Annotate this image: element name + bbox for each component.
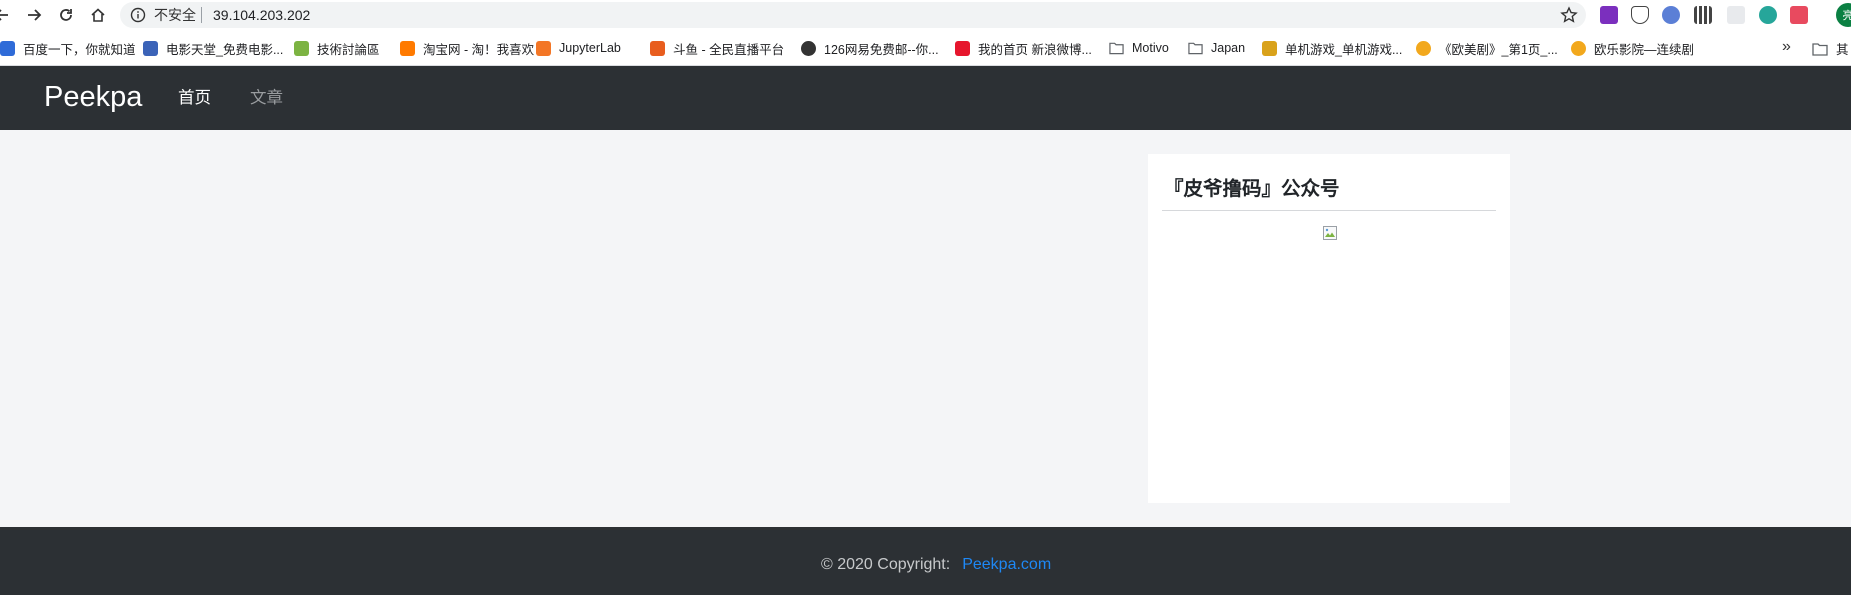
bookmark-label: 百度一下，你就知道 — [23, 42, 136, 57]
bookmark-item[interactable]: Japan — [1188, 39, 1245, 57]
bookmark-label: 技術討論區 — [317, 42, 380, 57]
address-divider — [201, 7, 202, 23]
profile-avatar[interactable]: 亮 — [1836, 3, 1851, 27]
plant-icon — [294, 40, 309, 56]
folder-icon — [1109, 41, 1124, 56]
circle-icon — [1571, 40, 1586, 56]
bookmark-label: 《欧美剧》_第1页_... — [1439, 42, 1558, 57]
circle-icon — [1416, 40, 1431, 56]
douyu-icon — [650, 40, 665, 56]
bookmark-star-icon[interactable] — [1560, 6, 1578, 24]
browser-toolbar: 不安全 39.104.203.202 亮 — [0, 0, 1851, 30]
bookmarks-bar: 百度一下，你就知道 电影天堂_免费电影... 技術討論區 淘宝网 - 淘！我喜欢 Jup… — [0, 30, 1851, 66]
extension-globe-icon[interactable] — [1759, 6, 1777, 24]
bookmark-label: 我的首页 新浪微博... — [978, 42, 1092, 57]
bookmark-label: 126网易免费邮--你... — [824, 42, 939, 57]
bookmark-item[interactable]: 欧乐影院—连续剧 — [1571, 39, 1694, 57]
home-icon[interactable] — [86, 3, 110, 27]
other-bookmarks-label: 其 — [1836, 43, 1849, 57]
nav-home[interactable]: 首页 — [178, 88, 211, 108]
baidu-icon — [0, 40, 15, 56]
weibo-icon — [955, 40, 970, 56]
site-footer: © 2020 Copyright: Peekpa.com — [0, 527, 1851, 595]
folder-icon — [1188, 41, 1203, 56]
copyright-text: © 2020 Copyright: — [821, 556, 951, 573]
folder-icon — [1812, 42, 1828, 56]
nav-articles[interactable]: 文章 — [250, 88, 283, 108]
bookmark-label: 斗鱼 - 全民直播平台 — [673, 42, 785, 57]
address-bar[interactable]: 不安全 39.104.203.202 — [120, 2, 1586, 28]
footer-link[interactable]: Peekpa.com — [962, 556, 1051, 573]
jupyter-icon — [536, 40, 551, 56]
bookmark-label: 淘宝网 - 淘！我喜欢 — [423, 42, 535, 57]
bookmark-label: 欧乐影院—连续剧 — [1594, 42, 1695, 57]
forward-icon[interactable] — [22, 3, 46, 27]
bookmark-item[interactable]: Motivo — [1109, 39, 1169, 57]
info-icon[interactable] — [130, 7, 146, 23]
wechat-account-card: 『皮爷撸码』公众号 — [1148, 154, 1510, 503]
extension-rp-icon[interactable] — [1600, 6, 1618, 24]
bookmark-label: 电影天堂_免费电影... — [166, 42, 284, 57]
bookmark-item[interactable]: 淘宝网 - 淘！我喜欢 — [400, 39, 534, 57]
extension-grid-icon[interactable] — [1727, 6, 1745, 24]
extension-info-icon[interactable] — [1662, 6, 1680, 24]
bookmark-item[interactable]: 单机游戏_单机游戏... — [1262, 39, 1402, 57]
other-bookmarks[interactable]: 其 — [1812, 39, 1849, 58]
back-icon[interactable] — [0, 3, 14, 27]
bookmark-item[interactable]: 技術討論區 — [294, 39, 380, 57]
extension-qr-icon[interactable] — [1694, 6, 1712, 24]
game-icon — [1262, 40, 1277, 56]
bookmark-label: Motivo — [1132, 41, 1169, 55]
taobao-icon — [400, 40, 415, 56]
globe-icon — [801, 40, 816, 56]
bookmark-item[interactable]: JupyterLab — [536, 39, 621, 57]
card-divider — [1162, 210, 1496, 211]
bookmarks-overflow-icon[interactable]: » — [1782, 38, 1791, 56]
grid-icon — [143, 40, 158, 56]
site-navbar: Peekpa 首页 文章 — [0, 66, 1851, 130]
bookmark-item[interactable]: 斗鱼 - 全民直播平台 — [650, 39, 784, 57]
bookmark-item[interactable]: 《欧美剧》_第1页_... — [1416, 39, 1558, 57]
bookmark-item[interactable]: 126网易免费邮--你... — [801, 39, 939, 57]
bookmark-label: 单机游戏_单机游戏... — [1285, 42, 1403, 57]
reload-icon[interactable] — [54, 3, 78, 27]
bookmark-label: Japan — [1211, 41, 1246, 55]
broken-image-icon — [1322, 225, 1338, 241]
bookmark-item[interactable]: 电影天堂_免费电影... — [143, 39, 283, 57]
card-title: 『皮爷撸码』公众号 — [1164, 178, 1340, 200]
bookmark-label: JupyterLab — [559, 41, 621, 55]
bookmark-item[interactable]: 百度一下，你就知道 — [0, 39, 136, 57]
security-status: 不安全 — [154, 7, 196, 23]
site-brand[interactable]: Peekpa — [44, 80, 142, 114]
url-text[interactable]: 39.104.203.202 — [213, 7, 310, 23]
extension-shield-icon[interactable] — [1631, 6, 1649, 24]
extension-tag-icon[interactable] — [1790, 6, 1808, 24]
bookmark-item[interactable]: 我的首页 新浪微博... — [955, 39, 1092, 57]
